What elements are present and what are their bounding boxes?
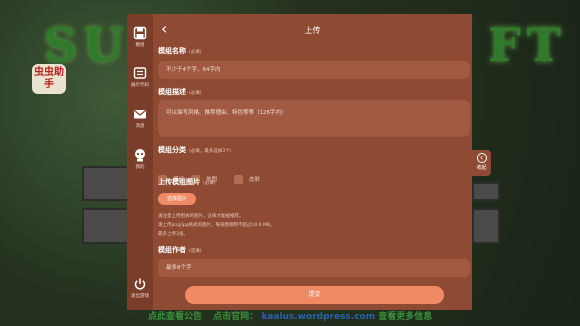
- image-label: 上传模组图片 (必填): [158, 178, 216, 186]
- sidebar-item-mine[interactable]: 我的: [127, 148, 153, 170]
- description-label: 模组描述 (必填): [158, 88, 202, 96]
- mod-description-textarea[interactable]: 可以描写风格、推荐理由、特色等等（128字内）: [158, 100, 470, 137]
- collapse-button[interactable]: ‹ 收起: [472, 150, 491, 176]
- background-footer[interactable]: 点此查看公告 点击官网： kaalus.wordpress.com 查看更多信息: [148, 309, 432, 322]
- logout-button[interactable]: 退出游戏: [127, 277, 153, 299]
- image-note: 请注意上传相关的图片，这样才能被推荐。: [158, 214, 244, 219]
- upload-panel: ‹ 上传 模组名称 (必填) 不少于4个字，64字内 模组描述 (必填) 可以描写风…: [153, 14, 472, 310]
- sidebar-item-label: 我的: [135, 165, 145, 170]
- checkbox[interactable]: [234, 175, 243, 184]
- mail-icon: [134, 110, 146, 119]
- page-title: 上传: [304, 26, 321, 35]
- background-slab: [82, 208, 130, 244]
- power-icon: [134, 278, 146, 290]
- panel-header: ‹ 上传: [153, 14, 472, 44]
- background-slab: [472, 208, 500, 244]
- name-label: 模组名称 (必填): [158, 47, 202, 55]
- mod-name-input[interactable]: 不少于4个字，64字内: [158, 61, 470, 79]
- submit-button[interactable]: 提交: [185, 286, 444, 304]
- sidebar-item-messages[interactable]: 消息: [127, 107, 153, 129]
- collapse-label: 收起: [476, 165, 487, 171]
- sidebar-item-label: 消息: [135, 124, 145, 129]
- image-note: 请上传png/jpg格式的图片，每张图限制不超过10.0 MB。: [158, 223, 275, 228]
- background-slab: [82, 166, 130, 201]
- sidebar-item-code[interactable]: 展示代码: [127, 66, 153, 88]
- logout-label: 退出游戏: [131, 294, 149, 299]
- code-card-icon: [133, 67, 147, 79]
- sidebar-item-label: 模组: [135, 43, 145, 48]
- mod-author-input[interactable]: 最多8个字: [158, 259, 470, 277]
- save-icon: [133, 26, 147, 40]
- sidebar: 模组 展示代码 消息 我的 退出游戏: [127, 14, 153, 310]
- chevron-left-icon: ‹: [476, 153, 487, 163]
- category-checkbox-skin[interactable]: 皮肤: [234, 175, 260, 184]
- image-note: 最多上传3张。: [158, 232, 188, 237]
- choose-image-button[interactable]: 选择图片: [158, 193, 196, 205]
- sidebar-item-mods[interactable]: 模组: [127, 26, 153, 48]
- chongchong-logo: 虫虫助手: [32, 64, 66, 94]
- category-label: 模组分类 (必填，最多选择3个): [158, 146, 232, 154]
- robot-icon: [135, 149, 145, 162]
- background-slab: [472, 182, 500, 201]
- sidebar-item-label: 展示代码: [131, 83, 149, 88]
- background-title-right: FT: [488, 18, 567, 72]
- author-label: 模组作者 (选填): [158, 246, 202, 254]
